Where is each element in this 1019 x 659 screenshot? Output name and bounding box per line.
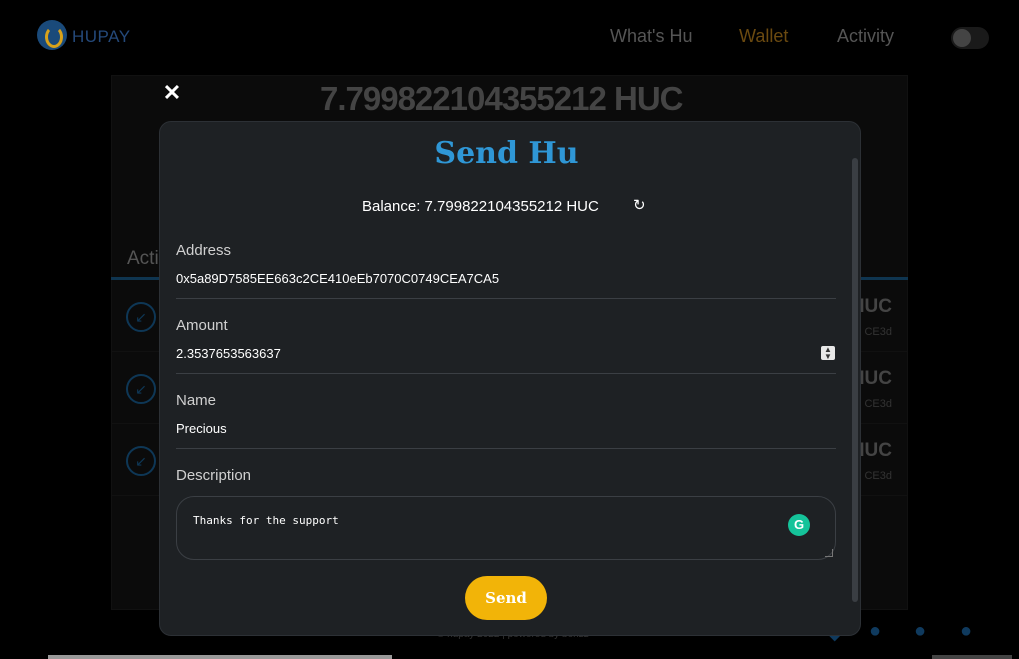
- navbar: HUPAY What's Hu Wallet Activity: [0, 0, 1019, 72]
- address-label: Address: [176, 242, 232, 259]
- scrollbar-track: [932, 655, 1012, 659]
- address-underline: [176, 298, 836, 299]
- brand-name[interactable]: HUPAY: [72, 27, 131, 47]
- theme-toggle[interactable]: [951, 27, 989, 49]
- hupay-logo-icon[interactable]: [37, 20, 67, 50]
- grammarly-icon[interactable]: G: [788, 514, 810, 536]
- send-button[interactable]: Send: [465, 576, 547, 620]
- receive-arrow-icon: ↙: [126, 302, 156, 332]
- toggle-knob: [953, 29, 971, 47]
- refresh-icon[interactable]: ↻: [633, 198, 649, 214]
- row-address: CE3d: [864, 470, 892, 482]
- nav-link-activity[interactable]: Activity: [837, 26, 894, 47]
- amount-underline: [176, 373, 836, 374]
- amount-stepper-icon[interactable]: ▲ ▼: [821, 346, 835, 361]
- resize-handle-icon[interactable]: [825, 549, 833, 557]
- discord-icon[interactable]: ●: [914, 620, 926, 643]
- description-text: Thanks for the support: [193, 514, 339, 527]
- amount-label: Amount: [176, 317, 228, 334]
- balance-text: Balance: 7.799822104355212 HUC: [362, 198, 599, 215]
- receive-arrow-icon: ↙: [126, 446, 156, 476]
- nav-link-wallet[interactable]: Wallet: [739, 26, 788, 47]
- twitter-icon[interactable]: ●: [960, 620, 972, 643]
- description-label: Description: [176, 467, 252, 484]
- nav-link-whats-hu[interactable]: What's Hu: [610, 26, 692, 47]
- row-address: CE3d: [864, 398, 892, 410]
- name-underline: [176, 448, 836, 449]
- github-icon[interactable]: ●: [869, 620, 881, 643]
- wallet-balance: 7.799822104355212 HUC: [320, 80, 683, 117]
- row-address: CE3d: [864, 326, 892, 338]
- modal-title: Send Hu: [434, 136, 579, 171]
- description-textarea[interactable]: Thanks for the support G: [176, 496, 836, 560]
- modal-scrollbar[interactable]: [852, 158, 858, 602]
- send-modal: Send Hu Balance: 7.799822104355212 HUC ↻…: [159, 121, 861, 636]
- name-field[interactable]: Precious: [176, 421, 836, 436]
- name-label: Name: [176, 392, 217, 409]
- horizontal-scrollbar[interactable]: [48, 655, 392, 659]
- address-field[interactable]: 0x5a89D7585EE663c2CE410eEb7070C0749CEA7C…: [176, 271, 836, 286]
- amount-field[interactable]: 2.3537653563637: [176, 346, 836, 361]
- receive-arrow-icon: ↙: [126, 374, 156, 404]
- activity-heading: Acti: [127, 248, 159, 269]
- close-icon[interactable]: ✕: [162, 82, 182, 104]
